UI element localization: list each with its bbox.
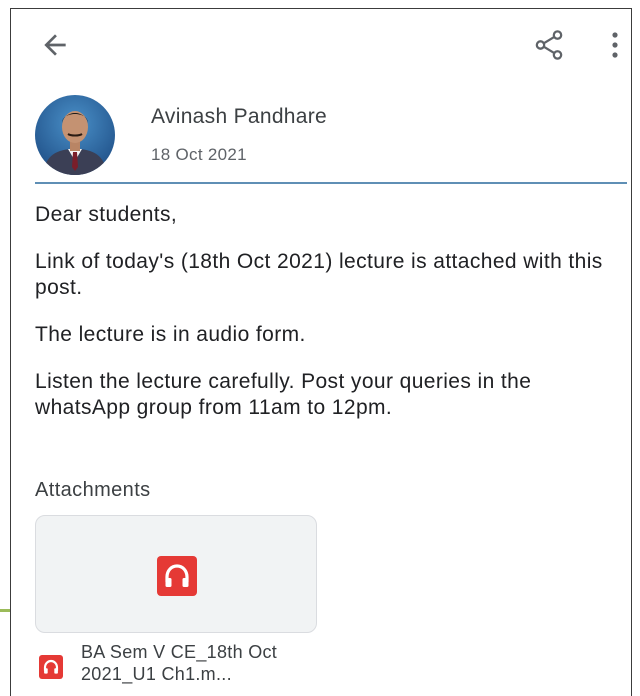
- share-button[interactable]: [529, 27, 569, 67]
- headphones-icon: [157, 556, 197, 596]
- author-header: Avinash Pandhare 18 Oct 2021: [35, 95, 615, 175]
- attachment-file-name: BA Sem V CE_18th Oct 2021_U1 Ch1.m...: [81, 642, 278, 684]
- post-date: 18 Oct 2021: [151, 145, 247, 164]
- top-app-bar: [11, 9, 631, 81]
- share-icon: [532, 28, 566, 67]
- author-name: Avinash Pandhare: [151, 105, 328, 128]
- post-paragraph: Listen the lecture carefully. Post your …: [35, 370, 532, 419]
- arrow-back-icon: [39, 29, 71, 66]
- post-paragraph: Dear students,: [35, 203, 178, 226]
- headphones-icon: [39, 655, 63, 679]
- attachment-file-link[interactable]: BA Sem V CE_18th Oct 2021_U1 Ch1.m...: [35, 641, 325, 696]
- more-options-button[interactable]: [603, 27, 627, 67]
- post-body: Dear students, Link of today's (18th Oct…: [35, 202, 627, 442]
- app-screen: Avinash Pandhare 18 Oct 2021 Dear studen…: [10, 8, 632, 696]
- back-button[interactable]: [35, 27, 75, 67]
- post-paragraph: The lecture is in audio form.: [35, 323, 306, 346]
- header-divider: [35, 182, 627, 184]
- avatar: [35, 95, 115, 175]
- more-vertical-icon: [611, 30, 619, 65]
- attachment-preview-card[interactable]: [35, 515, 317, 633]
- post-paragraph: Link of today's (18th Oct 2021) lecture …: [35, 250, 603, 299]
- attachments-heading: Attachments: [35, 479, 151, 501]
